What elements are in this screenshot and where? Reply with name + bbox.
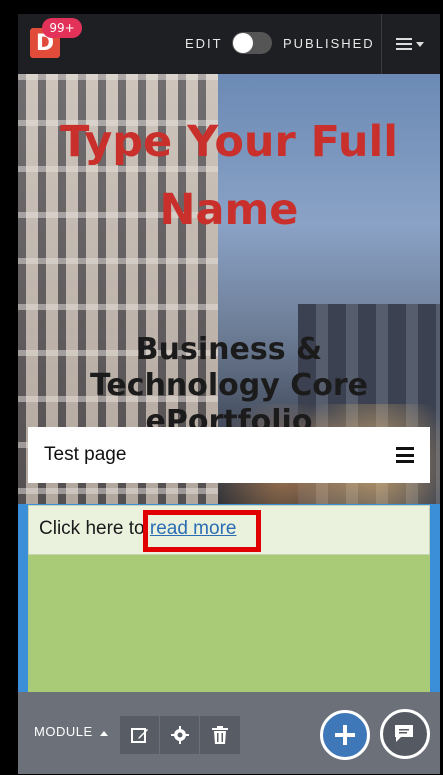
edit-module-button[interactable] [120, 716, 160, 754]
add-module-button[interactable] [320, 710, 370, 760]
hero-name-line2: Name [159, 185, 299, 235]
caret-up-icon [99, 731, 108, 736]
module-label: MODULE [34, 724, 93, 739]
text-prefix: Click here to [39, 518, 150, 539]
module-dropdown[interactable]: MODULE [34, 724, 108, 739]
plus-icon [335, 725, 355, 745]
gear-icon [170, 726, 189, 744]
hero-subtitle-line2: Technology Core [89, 368, 369, 403]
edit-publish-toggle[interactable] [232, 32, 272, 54]
hero-name-heading[interactable]: Type Your Full Name [18, 108, 440, 244]
top-bar: D 99+ EDIT PUBLISHED [18, 14, 440, 74]
page-nav-bar: Test page [28, 427, 430, 483]
app-frame: D 99+ EDIT PUBLISHED Type Your Full Name [18, 14, 440, 774]
delete-module-button[interactable] [200, 716, 240, 754]
hamburger-caret-icon [396, 38, 424, 50]
hero-subtitle[interactable]: Business & Technology Core ePortfolio [18, 332, 440, 440]
toggle-knob [233, 33, 253, 53]
edit-icon [130, 728, 148, 743]
content-module[interactable]: Click here to read more [28, 505, 430, 695]
trash-icon [212, 726, 228, 744]
published-label: PUBLISHED [283, 36, 375, 51]
chat-icon [395, 725, 413, 742]
notification-badge[interactable]: 99+ [42, 18, 82, 38]
module-settings-button[interactable] [160, 716, 200, 754]
module-tools [120, 716, 240, 754]
page-title[interactable]: Test page [44, 444, 126, 466]
main-menu-button[interactable] [382, 14, 440, 74]
hero-name-line1: Type Your Full [59, 117, 399, 167]
page-menu-icon[interactable] [396, 447, 414, 463]
bottom-toolbar: MODULE [18, 692, 440, 774]
edit-label: EDIT [185, 36, 223, 51]
chat-button[interactable] [380, 709, 430, 759]
highlight-box [143, 510, 261, 552]
hero-subtitle-line1: Business & [135, 332, 323, 367]
